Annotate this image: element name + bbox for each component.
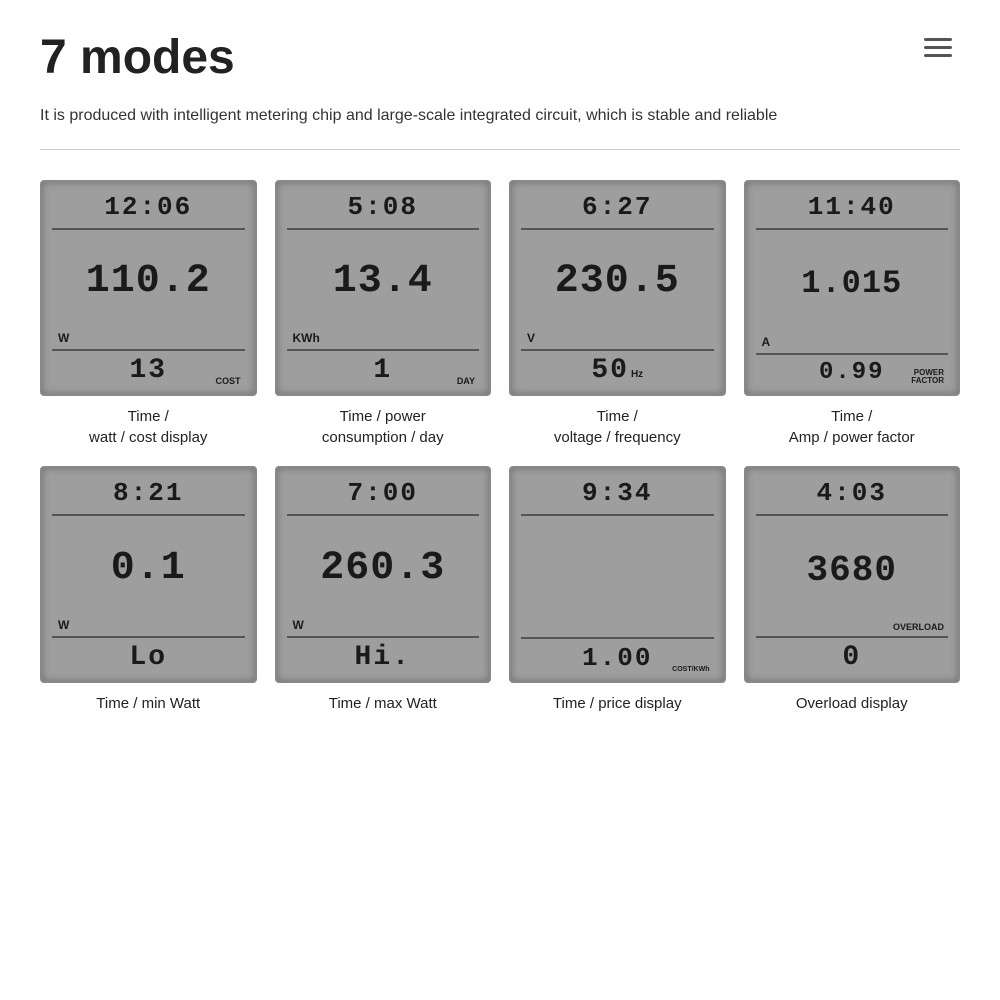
unit-4: A bbox=[762, 335, 771, 349]
bottom-value-3: 50 bbox=[591, 355, 629, 386]
display-box-3: 6:27 230.5 V 50 Hz bbox=[509, 180, 726, 397]
bottom-value-7: 1.00 bbox=[582, 643, 652, 673]
main-value-6: 260.3 bbox=[287, 520, 480, 618]
bottom-value-8: 0 bbox=[842, 642, 861, 673]
bottom-value-1: 13 bbox=[129, 355, 167, 386]
main-value-3: 230.5 bbox=[521, 234, 714, 332]
bottom-value-4: 0.99 bbox=[819, 359, 885, 386]
header: 7 modes bbox=[40, 30, 960, 85]
bottom-row-3: 50 Hz bbox=[521, 353, 714, 388]
main-value-1: 110.2 bbox=[52, 234, 245, 332]
time-8: 4:03 bbox=[756, 478, 949, 508]
unit-8: OVERLOAD bbox=[893, 622, 944, 632]
display-box-5: 8:21 0.1 W Lo bbox=[40, 466, 257, 683]
main-value-7 bbox=[521, 520, 714, 633]
bottom-row-7: 1.00 COST/KWh bbox=[521, 641, 714, 675]
mode-cell-1: 12:06 110.2 W 13 COST Time /watt / cost … bbox=[40, 180, 257, 449]
unit-2: KWh bbox=[293, 331, 320, 345]
mode-cell-5: 8:21 0.1 W Lo Time / min Watt bbox=[40, 466, 257, 714]
time-3: 6:27 bbox=[521, 192, 714, 222]
bottom-row-5: Lo bbox=[52, 640, 245, 675]
display-box-8: 4:03 3680 OVERLOAD 0 bbox=[744, 466, 961, 683]
mode-cell-6: 7:00 260.3 W Hi. Time / max Watt bbox=[275, 466, 492, 714]
time-4: 11:40 bbox=[756, 192, 949, 222]
mode-label-5: Time / min Watt bbox=[96, 693, 200, 714]
main-value-4: 1.015 bbox=[756, 234, 949, 336]
bottom-label-7: COST/KWh bbox=[672, 666, 709, 673]
time-2: 5:08 bbox=[287, 192, 480, 222]
mode-cell-2: 5:08 13.4 KWh 1 DAY Time / powerconsumpt… bbox=[275, 180, 492, 449]
time-5: 8:21 bbox=[52, 478, 245, 508]
mode-label-8: Overload display bbox=[796, 693, 908, 714]
section-divider bbox=[40, 149, 960, 150]
mode-label-1: Time /watt / cost display bbox=[89, 406, 207, 448]
main-value-5: 0.1 bbox=[52, 520, 245, 618]
mode-cell-8: 4:03 3680 OVERLOAD 0 Overload display bbox=[744, 466, 961, 714]
mode-label-2: Time / powerconsumption / day bbox=[322, 406, 444, 448]
bottom-row-4: 0.99 POWERFACTOR bbox=[756, 357, 949, 388]
main-value-8: 3680 bbox=[756, 520, 949, 622]
display-box-7: 9:34 1.00 COST/KWh bbox=[509, 466, 726, 683]
unit-6: W bbox=[293, 618, 304, 632]
display-box-4: 11:40 1.015 A 0.99 POWERFACTOR bbox=[744, 180, 961, 397]
unit-3: V bbox=[527, 331, 535, 345]
mode-label-6: Time / max Watt bbox=[329, 693, 437, 714]
mode-label-4: Time /Amp / power factor bbox=[789, 406, 915, 448]
time-6: 7:00 bbox=[287, 478, 480, 508]
bottom-value-2: 1 bbox=[373, 355, 392, 386]
bottom-label-1: COST bbox=[215, 376, 240, 386]
bottom-value-6: Hi. bbox=[355, 642, 411, 673]
time-7: 9:34 bbox=[521, 478, 714, 508]
bottom-hz-row: 50 Hz bbox=[591, 355, 643, 386]
description-text: It is produced with intelligent metering… bbox=[40, 103, 960, 129]
mode-cell-7: 9:34 1.00 COST/KWh Time / price display bbox=[509, 466, 726, 714]
display-box-6: 7:00 260.3 W Hi. bbox=[275, 466, 492, 683]
bottom-row-6: Hi. bbox=[287, 640, 480, 675]
mode-cell-4: 11:40 1.015 A 0.99 POWERFACTOR Time /Amp… bbox=[744, 180, 961, 449]
unit-1: W bbox=[58, 331, 69, 345]
time-1: 12:06 bbox=[52, 192, 245, 222]
bottom-label-2: DAY bbox=[457, 376, 475, 386]
bottom-label-4: POWERFACTOR bbox=[911, 369, 944, 387]
bottom-row-2: 1 DAY bbox=[287, 353, 480, 388]
bottom-value-5: Lo bbox=[129, 642, 167, 673]
bottom-row-8: 0 bbox=[756, 640, 949, 675]
bottom-row-1: 13 COST bbox=[52, 353, 245, 388]
mode-label-7: Time / price display bbox=[553, 693, 682, 714]
mode-cell-3: 6:27 230.5 V 50 Hz Time /voltage / frequ… bbox=[509, 180, 726, 449]
unit-5: W bbox=[58, 618, 69, 632]
hz-label: Hz bbox=[631, 369, 643, 380]
menu-icon[interactable] bbox=[916, 30, 960, 65]
mode-label-3: Time /voltage / frequency bbox=[554, 406, 681, 448]
display-box-1: 12:06 110.2 W 13 COST bbox=[40, 180, 257, 397]
modes-grid: 12:06 110.2 W 13 COST Time /watt / cost … bbox=[40, 180, 960, 714]
main-value-2: 13.4 bbox=[287, 234, 480, 332]
display-box-2: 5:08 13.4 KWh 1 DAY bbox=[275, 180, 492, 397]
page-title: 7 modes bbox=[40, 30, 235, 85]
